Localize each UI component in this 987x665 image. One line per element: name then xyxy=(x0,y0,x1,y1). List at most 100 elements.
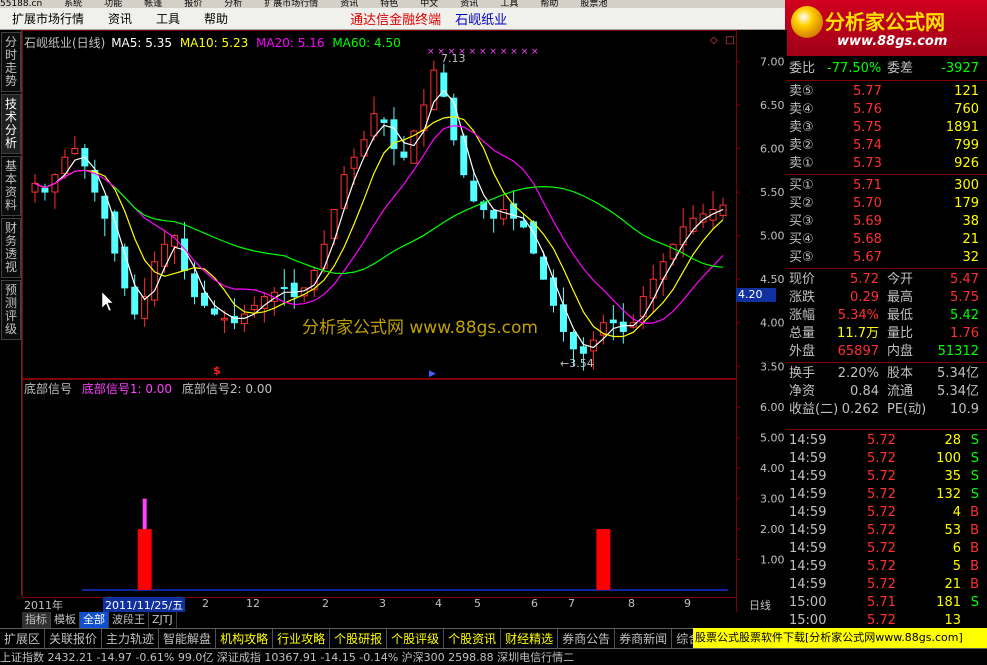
logo-emblem-icon xyxy=(791,6,823,38)
dollar-marker-icon: $ xyxy=(213,364,221,377)
chart-area[interactable]: 7.00 6.50 6.00 5.50 5.00 4.50 4.00 3.50 6.00 5.00… xyxy=(22,30,787,624)
bottom-nav-item[interactable]: 机构攻略 xyxy=(216,629,274,648)
tick-volume: 132 xyxy=(936,487,961,502)
bottom-nav-item[interactable]: 关联报价 xyxy=(45,629,103,648)
bottom-nav-item[interactable]: 扩展区 xyxy=(0,629,46,648)
window-title-strip: 55188.cn 系统 功能 帐篷 报价 分析 扩展市场行情 资讯 特色 中文 资讯 工具 帮助 股票池 xyxy=(0,0,785,8)
tick-side: S xyxy=(970,595,979,610)
tick-side: S xyxy=(970,469,979,484)
quote-value: 5.42 xyxy=(950,308,979,323)
weicha-value: -3927 xyxy=(941,61,979,76)
bottom-nav-item[interactable]: 行业攻略 xyxy=(273,629,331,648)
buy-label: 买④ xyxy=(789,232,814,247)
time-axis: 2011年 2011/11/25/五 2 12 2 3 4 5 6 7 8 9 xyxy=(22,597,737,613)
tick-time: 14:59 xyxy=(789,577,827,592)
buy-price: 5.68 xyxy=(853,232,882,247)
bottom-nav-item[interactable]: 主力轨迹 xyxy=(102,629,160,648)
title-strip-text: 功能 xyxy=(104,0,123,8)
buy-price: 5.69 xyxy=(853,214,882,229)
time-tick: 6 xyxy=(531,597,538,610)
tick-volume: 35 xyxy=(944,469,961,484)
indicator-axis-label: 1.00 xyxy=(760,554,785,567)
brand-logo[interactable]: 分析家公式网 www.88gs.com xyxy=(785,0,987,56)
buy-row: 买④ 5.68 21 xyxy=(787,231,987,249)
tab-indicator[interactable]: 指标 xyxy=(22,612,51,628)
ma10-label: MA10: 5.23 xyxy=(179,36,249,50)
candle xyxy=(460,133,468,178)
quote-label: 涨幅 xyxy=(789,308,816,323)
tick-price: 5.72 xyxy=(867,559,896,574)
tick-volume: 28 xyxy=(944,433,961,448)
fund-label: 换手 xyxy=(789,366,816,381)
sell-price: 5.73 xyxy=(853,156,882,171)
price-axis-label: 5.50 xyxy=(760,186,785,199)
fund-label: 股本 xyxy=(887,366,914,381)
quote-value: 5.72 xyxy=(850,272,879,287)
tab-all[interactable]: 全部 xyxy=(80,612,109,628)
title-strip-text: 55188.cn xyxy=(0,0,43,8)
tab-bodanwang[interactable]: 波段王 xyxy=(109,612,149,628)
trade-tick-row: 14:59 5.72 100 S xyxy=(787,450,987,468)
bottom-nav-item[interactable]: 券商新闻 xyxy=(615,629,673,648)
buy-volume: 21 xyxy=(962,232,979,247)
bottom-nav-item[interactable]: 券商公告 xyxy=(558,629,616,648)
bottom-nav-item[interactable]: 个股研报 xyxy=(330,629,388,648)
indicator-header: 底部信号 底部信号1: 0.00 底部信号2: 0.00 xyxy=(24,380,272,397)
buy-row: 买② 5.70 179 xyxy=(787,195,987,213)
time-tick: 7 xyxy=(568,597,575,610)
fund-value: 2.20% xyxy=(837,366,879,381)
tick-side: S xyxy=(970,487,979,502)
trade-tick-row: 15:00 5.71 181 S xyxy=(787,594,987,612)
tick-side: B xyxy=(970,577,979,592)
tick-side: B xyxy=(970,505,979,520)
price-axis-label: 4.50 xyxy=(760,273,785,286)
title-strip-text: 中文 xyxy=(420,0,439,8)
bottom-nav-item[interactable]: 个股资讯 xyxy=(444,629,502,648)
menu-item-help[interactable]: 帮助 xyxy=(192,10,240,27)
bottom-nav-item[interactable]: 财经精选 xyxy=(501,629,559,648)
current-price-tag: 4.20 xyxy=(736,288,776,302)
diamond-icon[interactable]: ◇ xyxy=(710,35,718,46)
quote-label: 最高 xyxy=(887,290,914,305)
buy-price: 5.70 xyxy=(853,196,882,211)
weibi-value: -77.50% xyxy=(827,61,882,76)
title-strip-text: 报价 xyxy=(184,0,203,8)
bottom-nav-item[interactable]: 智能解盘 xyxy=(159,629,217,648)
quote-label: 总量 xyxy=(789,326,816,341)
tick-side: S xyxy=(970,433,979,448)
fund-value: 5.34亿 xyxy=(937,366,979,381)
bottom-nav-item[interactable]: 个股评级 xyxy=(387,629,445,648)
tick-time: 14:59 xyxy=(789,541,827,556)
tab-forecast[interactable]: 预测评级 xyxy=(1,280,21,340)
tick-time: 14:59 xyxy=(789,433,827,448)
sell-volume: 799 xyxy=(954,138,979,153)
footer-banner[interactable]: 股票公式股票软件下载[分析家公式网www.88gs.com] xyxy=(693,628,987,648)
time-tick: 12 xyxy=(246,597,260,610)
quote-value: 51312 xyxy=(937,344,979,359)
tab-financials[interactable]: 财务透视 xyxy=(1,218,21,278)
price-axis-label: 6.50 xyxy=(760,99,785,112)
tick-volume: 100 xyxy=(936,451,961,466)
tick-volume: 21 xyxy=(944,577,961,592)
tab-template[interactable]: 模板 xyxy=(51,612,80,628)
tab-technical[interactable]: 技术分析 xyxy=(1,94,21,154)
title-strip-text: 资讯 xyxy=(340,0,359,8)
tab-zjtj[interactable]: ZJTJ xyxy=(149,612,177,628)
menu-item-extended-market[interactable]: 扩展市场行情 xyxy=(0,10,96,27)
tick-volume: 6 xyxy=(952,541,961,556)
fund-value: 10.9 xyxy=(950,402,979,417)
trade-tick-row: 14:59 5.72 21 B xyxy=(787,576,987,594)
menu-item-news[interactable]: 资讯 xyxy=(96,10,144,27)
fund-label: PE(动) xyxy=(887,402,927,417)
tick-price: 5.72 xyxy=(867,469,896,484)
stock-name: 石岘纸业 xyxy=(455,13,508,28)
time-tick: 8 xyxy=(628,597,635,610)
tab-fundamentals[interactable]: 基本资料 xyxy=(1,156,21,216)
tick-side: B xyxy=(970,523,979,538)
tick-time: 14:59 xyxy=(789,505,827,520)
title-strip-text: 工具 xyxy=(500,0,519,8)
quote-row: 现价 5.72 今开 5.47 xyxy=(787,271,987,289)
menu-item-tools[interactable]: 工具 xyxy=(144,10,192,27)
tab-intraday[interactable]: 分时走势 xyxy=(1,32,21,92)
close-icon[interactable]: □ xyxy=(725,35,734,46)
